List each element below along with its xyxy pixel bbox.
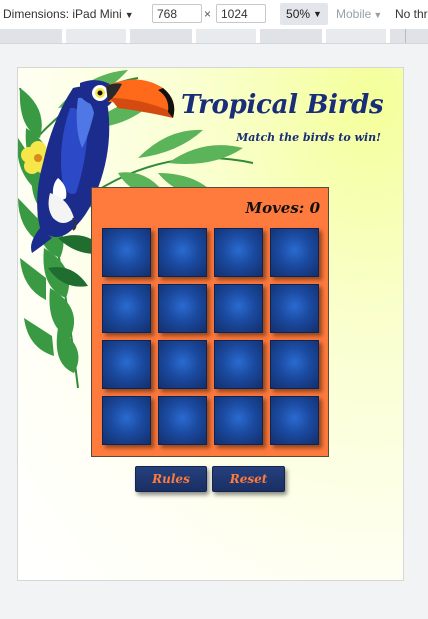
card-grid	[102, 228, 319, 445]
ruler-divider	[405, 29, 406, 43]
moves-counter: Moves: 0	[245, 199, 320, 217]
device-type-label: Mobile	[336, 7, 372, 21]
memory-card[interactable]	[214, 228, 263, 277]
memory-card[interactable]	[158, 284, 207, 333]
device-viewport: Tropical Birds Match the birds to win! M…	[17, 67, 404, 581]
reset-button[interactable]: Reset	[212, 466, 285, 492]
game-title: Tropical Birds	[181, 90, 384, 120]
game-board: Moves: 0	[91, 187, 329, 457]
throttle-label: No thr	[395, 7, 428, 21]
memory-card[interactable]	[270, 228, 319, 277]
device-type-select[interactable]: Mobile ▼	[336, 7, 382, 21]
zoom-value: 50%	[286, 7, 311, 21]
memory-card[interactable]	[158, 340, 207, 389]
memory-card[interactable]	[214, 340, 263, 389]
memory-card[interactable]	[102, 228, 151, 277]
rules-button[interactable]: Rules	[135, 466, 207, 492]
game-subtitle: Match the birds to win!	[236, 131, 381, 144]
memory-card[interactable]	[270, 340, 319, 389]
memory-card[interactable]	[102, 396, 151, 445]
memory-card[interactable]	[158, 396, 207, 445]
zoom-select[interactable]: 50% ▼	[280, 3, 328, 25]
chevron-down-icon: ▼	[124, 10, 134, 20]
device-toolbar: Dimensions: iPad Mini▼ × 50%▼ Mobile▼ No…	[0, 0, 428, 30]
memory-card[interactable]	[270, 396, 319, 445]
memory-card[interactable]	[270, 284, 319, 333]
memory-card[interactable]	[102, 284, 151, 333]
chevron-down-icon: ▼	[313, 9, 322, 19]
device-selector[interactable]: Dimensions: iPad Mini ▼	[3, 7, 134, 21]
throttle-select[interactable]: No thr	[395, 7, 428, 21]
chevron-down-icon: ▼	[373, 10, 383, 20]
memory-card[interactable]	[102, 340, 151, 389]
memory-card[interactable]	[158, 228, 207, 277]
device-selector-label: Dimensions: iPad Mini	[3, 7, 122, 21]
moves-label: Moves:	[245, 199, 305, 217]
media-query-ruler[interactable]	[0, 29, 428, 44]
memory-card[interactable]	[214, 284, 263, 333]
width-input[interactable]	[152, 4, 202, 23]
memory-card[interactable]	[214, 396, 263, 445]
moves-value: 0	[309, 199, 320, 217]
times-sign: ×	[204, 7, 212, 21]
height-input[interactable]	[216, 4, 266, 23]
